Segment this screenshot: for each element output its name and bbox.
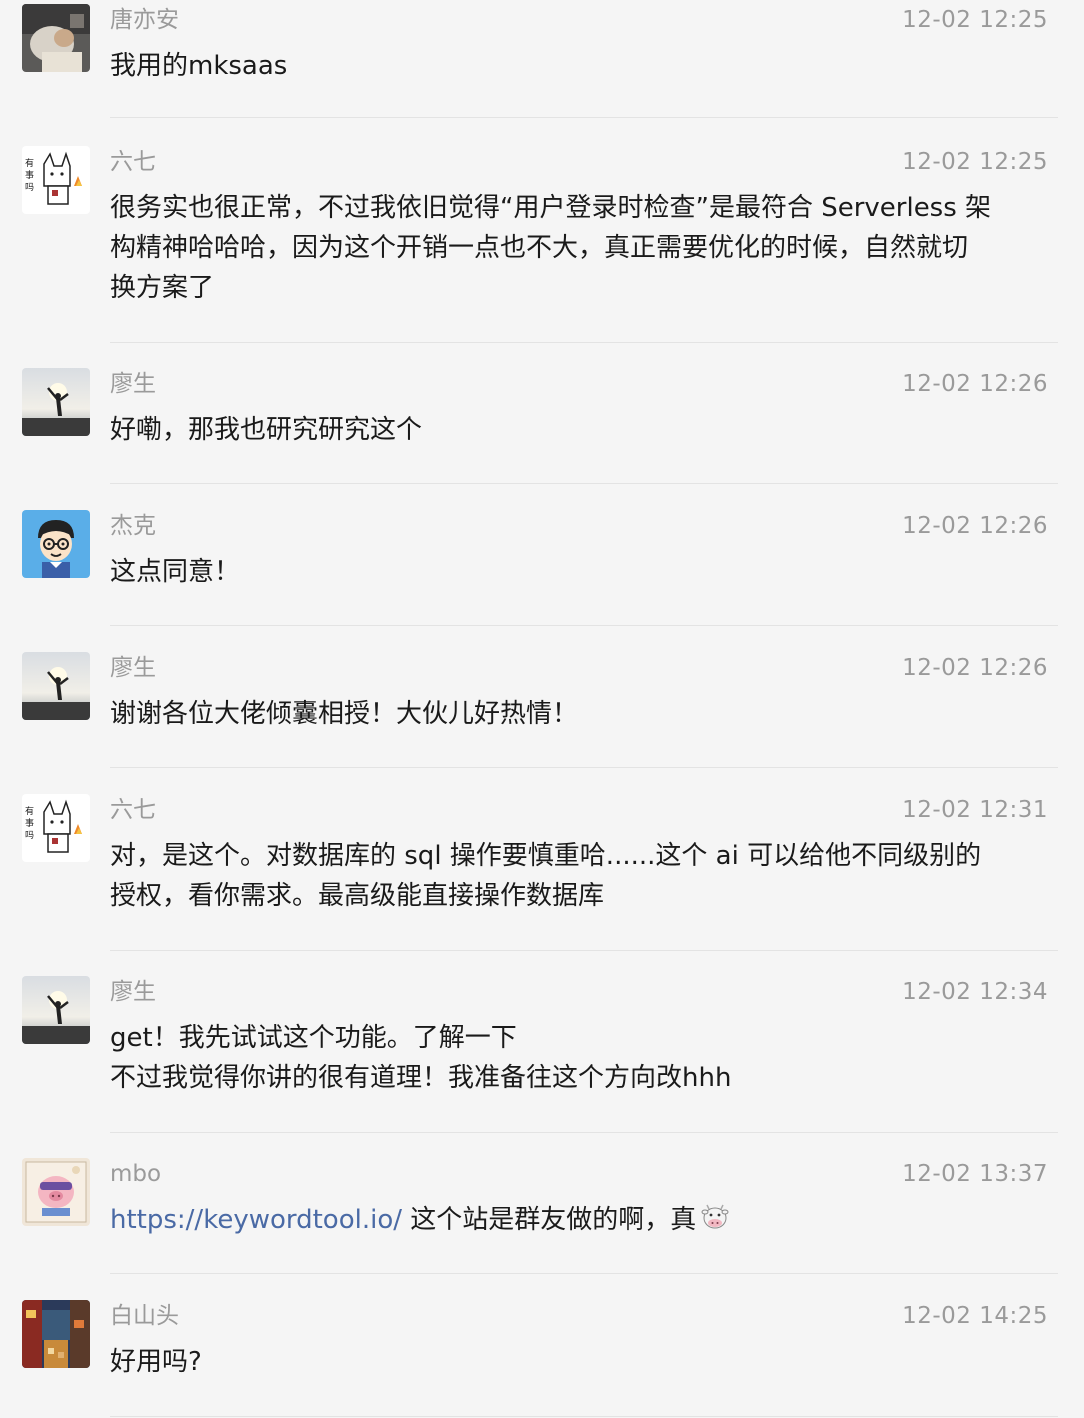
sender-name[interactable]: 白山头: [110, 1302, 179, 1330]
message-line: 这点同意！: [110, 557, 241, 587]
message-divider: [110, 342, 1058, 343]
message-timestamp: 12-02 12:26: [902, 655, 1048, 681]
svg-text:吗: 吗: [25, 182, 34, 193]
message-text: 我用的mksaas: [110, 40, 1048, 86]
message-timestamp: 12-02 12:31: [902, 797, 1048, 823]
message-timestamp: 12-02 12:34: [902, 979, 1048, 1005]
message-divider: [110, 1132, 1058, 1133]
cartoon-man-glasses-avatar[interactable]: [22, 510, 90, 578]
sender-name[interactable]: 杰克: [110, 512, 156, 540]
chat-message: 廖生 12-02 12:26 谢谢各位大佬倾囊相授！大伙儿好热情！: [0, 648, 1084, 768]
sender-name[interactable]: mbo: [110, 1160, 161, 1188]
message-timestamp: 12-02 13:37: [902, 1161, 1048, 1187]
message-timestamp: 12-02 12:26: [902, 513, 1048, 539]
message-timestamp: 12-02 12:25: [902, 7, 1048, 33]
message-text: 这点同意！: [110, 546, 1048, 592]
message-line: 授权，看你需求。最高级能直接操作数据库: [110, 881, 605, 911]
message-divider: [110, 1416, 1058, 1417]
message-timestamp: 12-02 12:25: [902, 149, 1048, 175]
message-text: 好嘞，那我也研究研究这个: [110, 404, 1048, 450]
message-line: 我用的mksaas: [110, 51, 288, 81]
message-line: 构精神哈哈哈，因为这个开销一点也不大，真正需要优化的时候，自然就切: [110, 233, 969, 263]
message-line: 这个站是群友做的啊，真: [402, 1205, 697, 1235]
chat-message: 廖生 12-02 12:26 好嘞，那我也研究研究这个: [0, 364, 1084, 484]
svg-text:事: 事: [25, 169, 34, 181]
chat-message: 白山头 12-02 14:25 好用吗?: [0, 1296, 1084, 1417]
sender-name[interactable]: 六七: [110, 796, 156, 824]
chat-message: 有 事 吗 六七 12-02 12:31 对，是这个。对数据库的 sql 操作要…: [0, 790, 1084, 951]
message-link[interactable]: https://keywordtool.io/: [110, 1205, 402, 1235]
message-line: 很务实也很正常，不过我依旧觉得“用户登录时检查”是最符合 Serverless …: [110, 193, 992, 223]
message-text: get！我先试试这个功能。了解一下 不过我觉得你讲的很有道理！我准备往这个方向改…: [110, 1012, 1048, 1098]
sender-name[interactable]: 唐亦安: [110, 6, 179, 34]
svg-text:吗: 吗: [25, 830, 34, 841]
chat-message: 有 事 吗 六七 12-02 12:25 很务实也很正常，不过我依旧觉得“用户登…: [0, 142, 1084, 343]
sender-name[interactable]: 廖生: [110, 654, 156, 682]
message-text: 谢谢各位大佬倾囊相授！大伙儿好热情！: [110, 688, 1048, 734]
message-divider: [110, 117, 1058, 118]
message-line: 不过我觉得你讲的很有道理！我准备往这个方向改hhh: [110, 1063, 732, 1093]
message-divider: [110, 950, 1058, 951]
message-text: 好用吗?: [110, 1336, 1048, 1382]
chat-message-list: 唐亦安 12-02 12:25 我用的mksaas 有 事 吗 六七 12-02…: [0, 0, 1084, 1418]
silhouette-sunset-avatar[interactable]: [22, 368, 90, 436]
message-line: 对，是这个。对数据库的 sql 操作要慎重哈......这个 ai 可以给他不同…: [110, 841, 982, 871]
chat-message: 杰克 12-02 12:26 这点同意！: [0, 506, 1084, 626]
message-line: 好用吗?: [110, 1347, 202, 1377]
message-timestamp: 12-02 12:26: [902, 371, 1048, 397]
sender-name[interactable]: 六七: [110, 148, 156, 176]
silhouette-sunset-avatar[interactable]: [22, 652, 90, 720]
message-text: 对，是这个。对数据库的 sql 操作要慎重哈......这个 ai 可以给他不同…: [110, 830, 1048, 916]
message-divider: [110, 483, 1058, 484]
pig-sticker-avatar[interactable]: [22, 1158, 90, 1226]
chat-message: 廖生 12-02 12:34 get！我先试试这个功能。了解一下 不过我觉得你讲…: [0, 972, 1084, 1133]
message-text: 很务实也很正常，不过我依旧觉得“用户登录时检查”是最符合 Serverless …: [110, 182, 1048, 308]
message-divider: [110, 1273, 1058, 1274]
chat-message: mbo 12-02 13:37 https://keywordtool.io/ …: [0, 1154, 1084, 1274]
cow-face-icon: [700, 1202, 730, 1232]
message-divider: [110, 625, 1058, 626]
painting-avatar[interactable]: [22, 1300, 90, 1368]
sender-name[interactable]: 廖生: [110, 978, 156, 1006]
svg-text:事: 事: [25, 817, 34, 829]
photo-avatar[interactable]: [22, 4, 90, 72]
svg-text:有: 有: [25, 805, 34, 817]
message-line: 谢谢各位大佬倾囊相授！大伙儿好热情！: [110, 699, 579, 729]
silhouette-sunset-avatar[interactable]: [22, 976, 90, 1044]
cartoon-fox-avatar[interactable]: 有 事 吗: [22, 794, 90, 862]
message-text: https://keywordtool.io/ 这个站是群友做的啊，真: [110, 1194, 1048, 1240]
message-line: 换方案了: [110, 273, 215, 303]
chat-message: 唐亦安 12-02 12:25 我用的mksaas: [0, 0, 1084, 118]
message-line: 好嘞，那我也研究研究这个: [110, 415, 423, 445]
sender-name[interactable]: 廖生: [110, 370, 156, 398]
message-line: get！我先试试这个功能。了解一下: [110, 1023, 517, 1053]
message-divider: [110, 767, 1058, 768]
cartoon-fox-avatar[interactable]: 有 事 吗: [22, 146, 90, 214]
svg-text:有: 有: [25, 157, 34, 169]
message-timestamp: 12-02 14:25: [902, 1303, 1048, 1329]
